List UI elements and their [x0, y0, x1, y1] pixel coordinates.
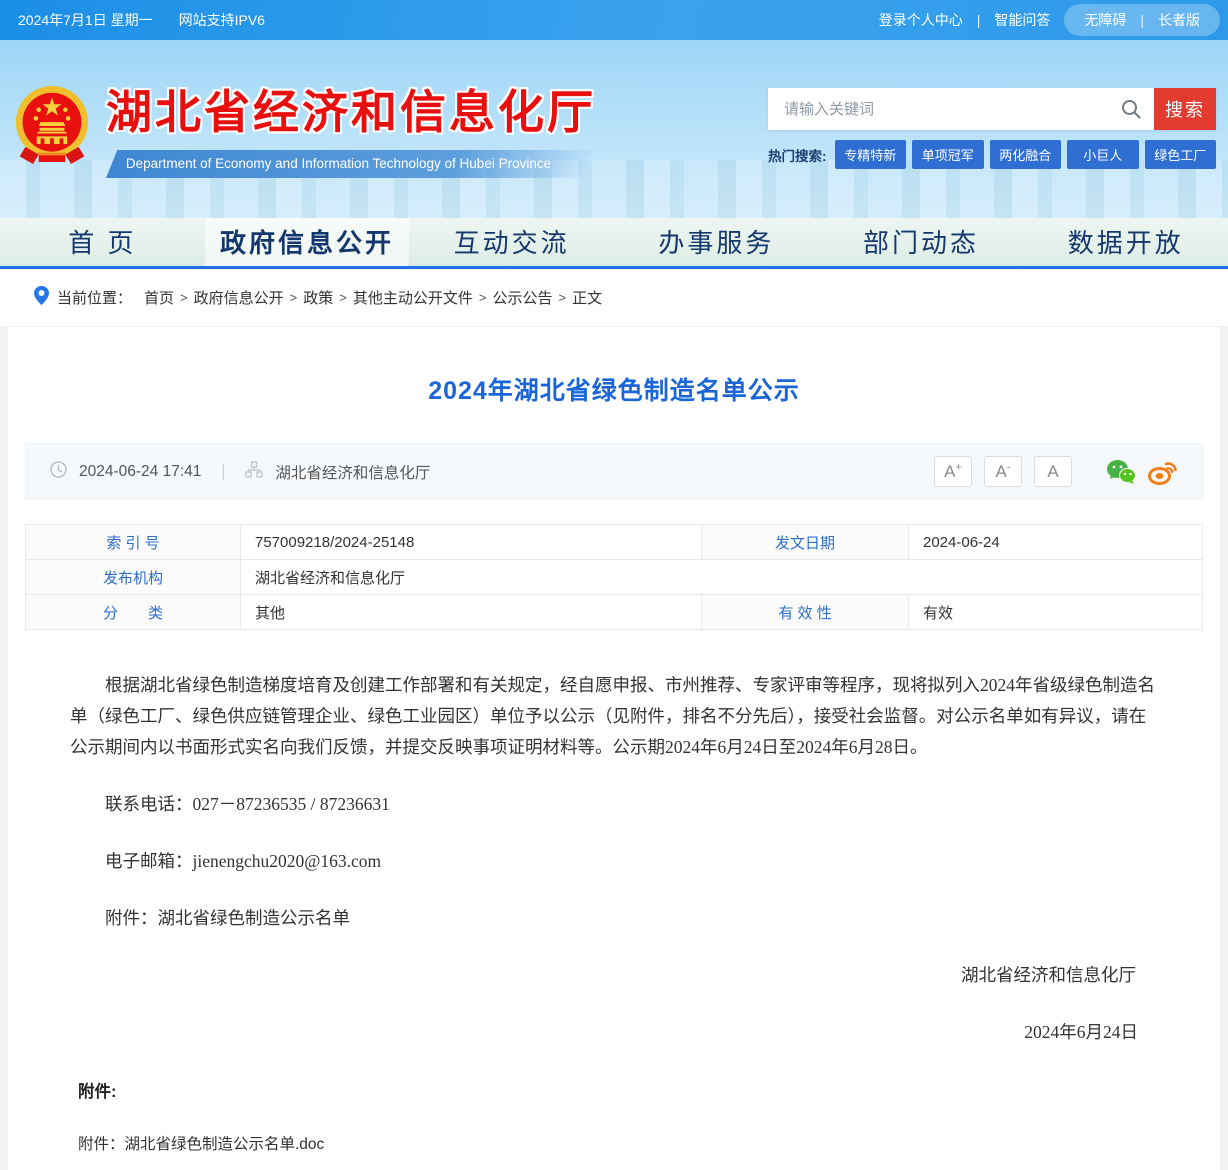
font-increase-button[interactable]: A+ [934, 456, 972, 487]
category-label: 分 类 [26, 595, 241, 630]
validity-value: 有效 [909, 595, 1203, 630]
accessibility-link[interactable]: 无障碍 [1084, 10, 1126, 30]
contact-phone: 联系电话：027－87236535 / 87236631 [70, 789, 1158, 820]
signature-date: 2024年6月24日 [70, 1017, 1158, 1048]
breadcrumb-announcements[interactable]: 公示公告 [492, 287, 552, 308]
issue-date-label: 发文日期 [702, 525, 909, 560]
current-date: 2024年7月1日 星期一 [18, 10, 153, 30]
topbar-divider: | [977, 12, 981, 28]
contact-email: 电子邮箱：jienengchu2020@163.com [70, 846, 1158, 877]
publish-source: 湖北省经济和信息化厅 [275, 461, 430, 483]
font-decrease-button[interactable]: A- [984, 456, 1022, 487]
ipv6-support-label: 网站支持IPV6 [179, 10, 265, 30]
font-reset-button[interactable]: A [1034, 456, 1072, 487]
hot-keyword-button[interactable]: 两化融合 [990, 140, 1062, 169]
breadcrumb-home[interactable]: 首页 [144, 287, 174, 308]
document-info-table: 索 引 号 757009218/2024-25148 发文日期 2024-06-… [25, 524, 1203, 630]
breadcrumb-separator: > [180, 290, 188, 305]
site-name-en: Department of Economy and Information Te… [126, 156, 551, 171]
publisher-label: 发布机构 [26, 560, 241, 595]
login-personal-center-link[interactable]: 登录个人中心 [879, 10, 963, 30]
meta-divider: | [221, 463, 225, 481]
search-magnifier-icon[interactable] [1108, 88, 1154, 130]
site-logo[interactable]: 湖北省经济和信息化厅 Department of Economy and Inf… [14, 84, 596, 178]
breadcrumb-current: 正文 [572, 287, 602, 308]
breadcrumb-other-docs[interactable]: 其他主动公开文件 [353, 287, 473, 308]
table-row: 发布机构 湖北省经济和信息化厅 [26, 560, 1203, 595]
smart-qa-link[interactable]: 智能问答 [994, 10, 1050, 30]
elder-version-link[interactable]: 长者版 [1158, 10, 1200, 30]
issue-date-value: 2024-06-24 [909, 525, 1203, 560]
nav-item-services[interactable]: 办事服务 [614, 218, 819, 266]
nav-item-home[interactable]: 首 页 [0, 218, 205, 266]
hot-keyword-button[interactable]: 专精特新 [835, 140, 907, 169]
index-number-value: 757009218/2024-25148 [241, 525, 702, 560]
breadcrumb-separator: > [558, 290, 566, 305]
article-panel: 2024年湖北省绿色制造名单公示 2024-06-24 17:41 | [8, 327, 1220, 1170]
hot-keyword-button[interactable]: 小巨人 [1067, 140, 1139, 169]
breadcrumb-policy[interactable]: 政策 [303, 287, 333, 308]
publish-datetime: 2024-06-24 17:41 [79, 463, 201, 481]
main-nav: 首 页 政府信息公开 互动交流 办事服务 部门动态 数据开放 [0, 218, 1228, 269]
clock-icon [50, 461, 67, 483]
site-header: 湖北省经济和信息化厅 Department of Economy and Inf… [0, 40, 1228, 218]
wechat-share-icon[interactable] [1106, 459, 1136, 484]
page-title: 2024年湖北省绿色制造名单公示 [8, 327, 1220, 407]
location-pin-icon [34, 286, 49, 309]
top-utility-bar: 2024年7月1日 星期一 网站支持IPV6 登录个人中心 | 智能问答 无障碍… [0, 0, 1228, 40]
search-zone: 搜索 热门搜索: 专精特新 单项冠军 两化融合 小巨人 绿色工厂 [768, 88, 1216, 169]
nav-item-gov-info[interactable]: 政府信息公开 [205, 218, 410, 266]
breadcrumb-separator: > [479, 290, 487, 305]
breadcrumb-label: 当前位置： [57, 287, 132, 308]
source-org-icon [245, 461, 263, 483]
breadcrumb: 当前位置： 首页 > 政府信息公开 > 政策 > 其他主动公开文件 > 公示公告… [0, 269, 1228, 327]
attachment-reference: 附件：湖北省绿色制造公示名单 [70, 903, 1158, 934]
table-row: 索 引 号 757009218/2024-25148 发文日期 2024-06-… [26, 525, 1203, 560]
breadcrumb-separator: > [290, 290, 298, 305]
attachment-doc-link[interactable]: 附件：湖北省绿色制造公示名单.doc [8, 1132, 1220, 1154]
search-button[interactable]: 搜索 [1154, 88, 1216, 130]
publisher-value: 湖北省经济和信息化厅 [241, 560, 1203, 595]
site-name: 湖北省经济和信息化厅 [106, 84, 596, 142]
search-input[interactable] [768, 88, 1108, 130]
weibo-share-icon[interactable] [1148, 459, 1178, 485]
index-number-label: 索 引 号 [26, 525, 241, 560]
article-meta-bar: 2024-06-24 17:41 | 湖北省经济和信息化厅 A+ A- A [25, 443, 1203, 500]
site-name-ribbon: Department of Economy and Information Te… [106, 150, 597, 178]
signature-org: 湖北省经济和信息化厅 [70, 960, 1158, 991]
nav-item-dept-news[interactable]: 部门动态 [819, 218, 1024, 266]
breadcrumb-gov-info[interactable]: 政府信息公开 [194, 287, 284, 308]
table-row: 分 类 其他 有 效 性 有效 [26, 595, 1203, 630]
hot-keyword-button[interactable]: 绿色工厂 [1145, 140, 1217, 169]
pill-divider: | [1140, 12, 1144, 28]
hot-keyword-button[interactable]: 单项冠军 [912, 140, 984, 169]
accessibility-pill: 无障碍 | 长者版 [1064, 4, 1220, 36]
nav-item-open-data[interactable]: 数据开放 [1023, 218, 1228, 266]
national-emblem-icon [14, 84, 90, 171]
category-value: 其他 [241, 595, 702, 630]
validity-label: 有 效 性 [702, 595, 909, 630]
breadcrumb-separator: > [339, 290, 347, 305]
nav-item-interaction[interactable]: 互动交流 [409, 218, 614, 266]
article-body: 根据湖北省绿色制造梯度培育及创建工作部署和有关规定，经自愿申报、市州推荐、专家评… [8, 630, 1220, 1048]
hot-search-label: 热门搜索: [768, 145, 827, 165]
body-paragraph: 根据湖北省绿色制造梯度培育及创建工作部署和有关规定，经自愿申报、市州推荐、专家评… [70, 670, 1158, 763]
attachments-heading: 附件: [8, 1078, 1220, 1102]
